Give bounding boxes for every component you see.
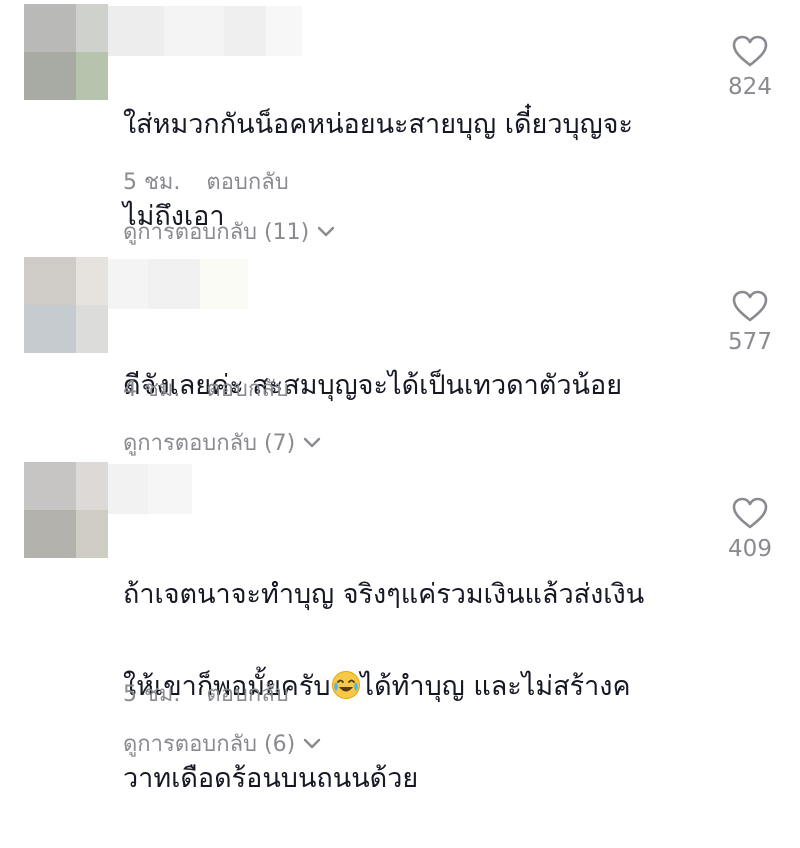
comment-time: 5 ชม. xyxy=(123,682,181,707)
view-replies-label: ดูการตอบกลับ (7) xyxy=(123,431,296,456)
like-button[interactable]: 577 xyxy=(722,289,778,355)
chevron-down-icon xyxy=(303,738,321,748)
avatar[interactable] xyxy=(24,462,108,558)
reply-button[interactable]: ตอบกลับ xyxy=(206,371,288,406)
like-count: 409 xyxy=(728,536,772,562)
like-button[interactable]: 409 xyxy=(722,496,778,562)
comment-time: 5 ชม. xyxy=(123,170,181,195)
view-replies-button[interactable]: ดูการตอบกลับ (6) xyxy=(123,726,321,761)
face-with-tears-of-joy-emoji xyxy=(331,671,360,699)
like-button[interactable]: 824 xyxy=(722,34,778,100)
heart-outline-icon xyxy=(732,290,768,322)
heart-outline-icon xyxy=(732,35,768,67)
username-blurred[interactable] xyxy=(108,6,302,56)
comment-item: ดีจังเลยค่ะ สะสมบุญจะได้เป็นเทวดาตัวน้อย… xyxy=(0,253,800,458)
comment-item: ถ้าเจตนาจะทำบุญ จริงๆแค่รวมเงินแล้วส่งเง… xyxy=(0,458,800,794)
comment-time: 4 ชม. xyxy=(123,377,181,402)
username-blurred[interactable] xyxy=(108,464,192,514)
heart-outline-icon xyxy=(732,497,768,529)
comment-item: ใส่หมวกกันน็อคหน่อยนะสายบุญ เดี๋ยวบุญจะ … xyxy=(0,0,800,253)
like-count: 577 xyxy=(728,329,772,355)
chevron-down-icon xyxy=(303,437,321,447)
avatar[interactable] xyxy=(24,257,108,353)
username-blurred[interactable] xyxy=(108,259,248,309)
chevron-down-icon xyxy=(317,226,335,236)
view-replies-button[interactable]: ดูการตอบกลับ (11) xyxy=(123,214,335,249)
view-replies-button[interactable]: ดูการตอบกลับ (7) xyxy=(123,425,321,460)
like-count: 824 xyxy=(728,74,772,100)
view-replies-label: ดูการตอบกลับ (11) xyxy=(123,220,310,245)
reply-button[interactable]: ตอบกลับ xyxy=(206,676,288,711)
view-replies-label: ดูการตอบกลับ (6) xyxy=(123,732,296,757)
reply-button[interactable]: ตอบกลับ xyxy=(206,164,288,199)
avatar[interactable] xyxy=(24,4,108,100)
